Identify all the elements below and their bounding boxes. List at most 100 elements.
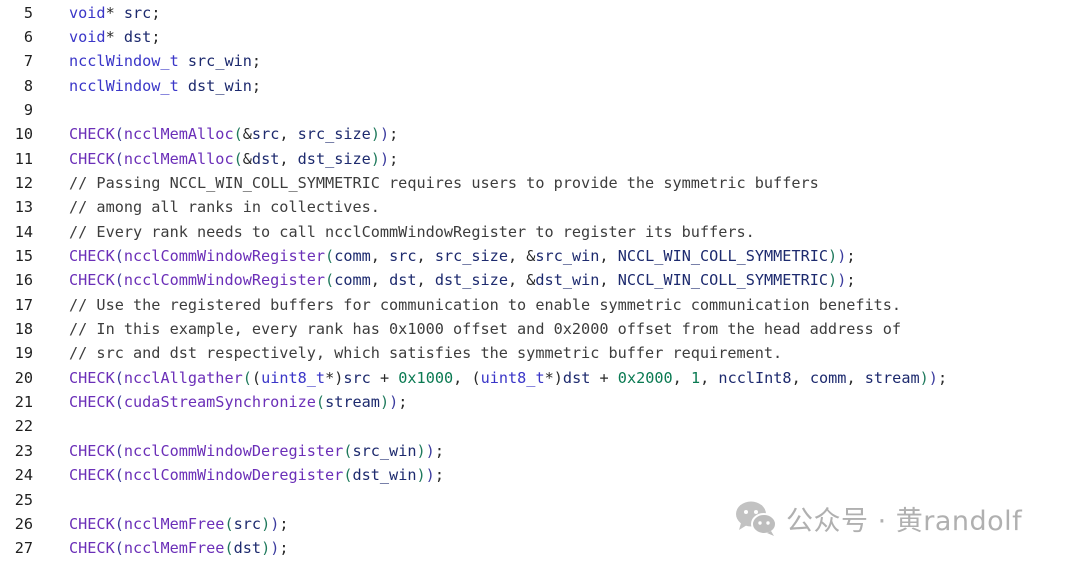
code-token: 0x1000 bbox=[398, 368, 454, 387]
code-token: ( bbox=[114, 539, 124, 558]
code-token: CHECK bbox=[69, 441, 115, 460]
code-token: ncclCommWindowRegister bbox=[123, 271, 326, 290]
code-token: CHECK bbox=[69, 539, 115, 558]
code-token: // Every rank needs to call ncclCommWind… bbox=[69, 222, 755, 241]
line-number: 8 bbox=[23, 76, 33, 95]
line-code: CHECK(ncclCommWindowDeregister(dst_win))… bbox=[69, 463, 444, 487]
code-token: ; bbox=[279, 514, 289, 533]
code-token: ; bbox=[937, 368, 948, 387]
code-token: , bbox=[672, 368, 691, 387]
code-token: ( bbox=[471, 368, 481, 387]
code-token: dst_win bbox=[352, 466, 417, 485]
code-token: ) bbox=[928, 368, 938, 387]
code-token: ( bbox=[242, 368, 252, 387]
code-token: ) bbox=[270, 539, 280, 558]
code-token: ( bbox=[315, 393, 326, 412]
code-token: comm bbox=[334, 271, 371, 290]
code-token: src_size bbox=[434, 247, 508, 265]
line-number: 23 bbox=[14, 441, 33, 460]
line-number: 12 bbox=[14, 173, 33, 192]
code-token: ) bbox=[919, 368, 929, 387]
line-code: CHECK(ncclCommWindowDeregister(src_win))… bbox=[69, 439, 444, 463]
code-token: * bbox=[325, 368, 335, 387]
code-token: ( bbox=[224, 514, 234, 533]
code-token: + bbox=[590, 368, 618, 387]
code-token: src_win bbox=[352, 441, 417, 460]
code-token: ; bbox=[251, 76, 262, 95]
code-token: cudaStreamSynchronize bbox=[123, 393, 316, 412]
line-number: 25 bbox=[14, 490, 33, 509]
code-token: ( bbox=[325, 271, 335, 290]
code-token: ) bbox=[261, 539, 271, 558]
code-token: ) bbox=[379, 125, 390, 144]
code-token: ( bbox=[114, 149, 124, 168]
code-token: CHECK bbox=[69, 125, 115, 144]
line-number: 11 bbox=[14, 149, 33, 168]
code-token: ) bbox=[425, 441, 435, 460]
watermark-text: 公众号 · 黄randolf bbox=[786, 505, 1023, 537]
code-token: src_win bbox=[535, 247, 600, 265]
code-token: // among all ranks in collectives. bbox=[69, 198, 380, 217]
line-code: // among all ranks in collectives. bbox=[69, 195, 380, 219]
code-token: ncclCommWindowDeregister bbox=[123, 441, 344, 460]
code-token: CHECK bbox=[69, 149, 115, 168]
line-number: 17 bbox=[14, 295, 33, 314]
code-token: ncclCommWindowDeregister bbox=[123, 466, 344, 485]
code-token: dst_win bbox=[535, 271, 600, 290]
code-token: dst_size bbox=[297, 149, 371, 168]
code-token: src bbox=[343, 368, 371, 387]
code-token: ) bbox=[553, 368, 563, 387]
code-token: ; bbox=[251, 52, 262, 71]
code-token: , bbox=[279, 125, 298, 144]
code-token: , bbox=[846, 368, 865, 387]
code-token: , bbox=[279, 149, 298, 168]
code-token: stream bbox=[325, 393, 380, 412]
code-token: dst bbox=[123, 27, 152, 46]
line-number: 7 bbox=[23, 52, 33, 71]
code-token: , bbox=[416, 271, 435, 290]
line-number: 18 bbox=[14, 320, 33, 339]
line-code: void* dst; bbox=[69, 25, 160, 49]
code-token: dst_win bbox=[187, 76, 252, 95]
code-token: stream bbox=[864, 368, 920, 387]
wechat-icon bbox=[734, 498, 778, 538]
code-token: uint8_t bbox=[261, 368, 326, 387]
code-token: ; bbox=[398, 393, 408, 412]
code-token: ncclMemFree bbox=[123, 514, 225, 533]
code-token: ; bbox=[151, 3, 161, 22]
code-token: ; bbox=[846, 247, 856, 265]
code-token: // In this example, every rank has 0x100… bbox=[69, 320, 902, 339]
code-token: 1 bbox=[690, 368, 701, 387]
line-number: 9 bbox=[23, 100, 33, 119]
code-token: ) bbox=[270, 514, 280, 533]
code-token: , bbox=[599, 247, 618, 265]
code-token: ) bbox=[828, 271, 838, 290]
code-token: ( bbox=[114, 441, 124, 460]
code-token: , bbox=[370, 271, 390, 290]
line-number: 5 bbox=[23, 3, 33, 22]
code-token: * bbox=[105, 3, 124, 22]
code-token: CHECK bbox=[69, 466, 115, 485]
code-token: , & bbox=[507, 271, 536, 290]
code-token: , & bbox=[507, 247, 536, 265]
line-code: ncclWindow_t src_win; bbox=[69, 49, 261, 73]
line-code: // Every rank needs to call ncclCommWind… bbox=[69, 220, 755, 244]
code-token: ; bbox=[434, 441, 444, 460]
code-token: ncclInt8 bbox=[718, 368, 792, 387]
line-number: 13 bbox=[14, 198, 33, 217]
line-code: CHECK(ncclCommWindowRegister(comm, src, … bbox=[69, 244, 856, 268]
code-token: comm bbox=[809, 368, 847, 387]
line-number: 16 bbox=[14, 271, 33, 290]
code-token: ncclAllgather bbox=[123, 368, 243, 387]
code-token: 0x2000 bbox=[617, 368, 673, 387]
code-token: ) bbox=[261, 514, 271, 533]
line-number: 22 bbox=[14, 417, 33, 436]
code-token: ( bbox=[114, 514, 124, 533]
code-token: ( bbox=[233, 149, 243, 168]
line-code: // In this example, every rank has 0x100… bbox=[69, 317, 901, 341]
code-token: CHECK bbox=[69, 271, 115, 290]
line-number: 26 bbox=[14, 514, 33, 533]
line-code: // Use the registered buffers for commun… bbox=[69, 293, 901, 317]
code-token: , bbox=[370, 247, 390, 265]
